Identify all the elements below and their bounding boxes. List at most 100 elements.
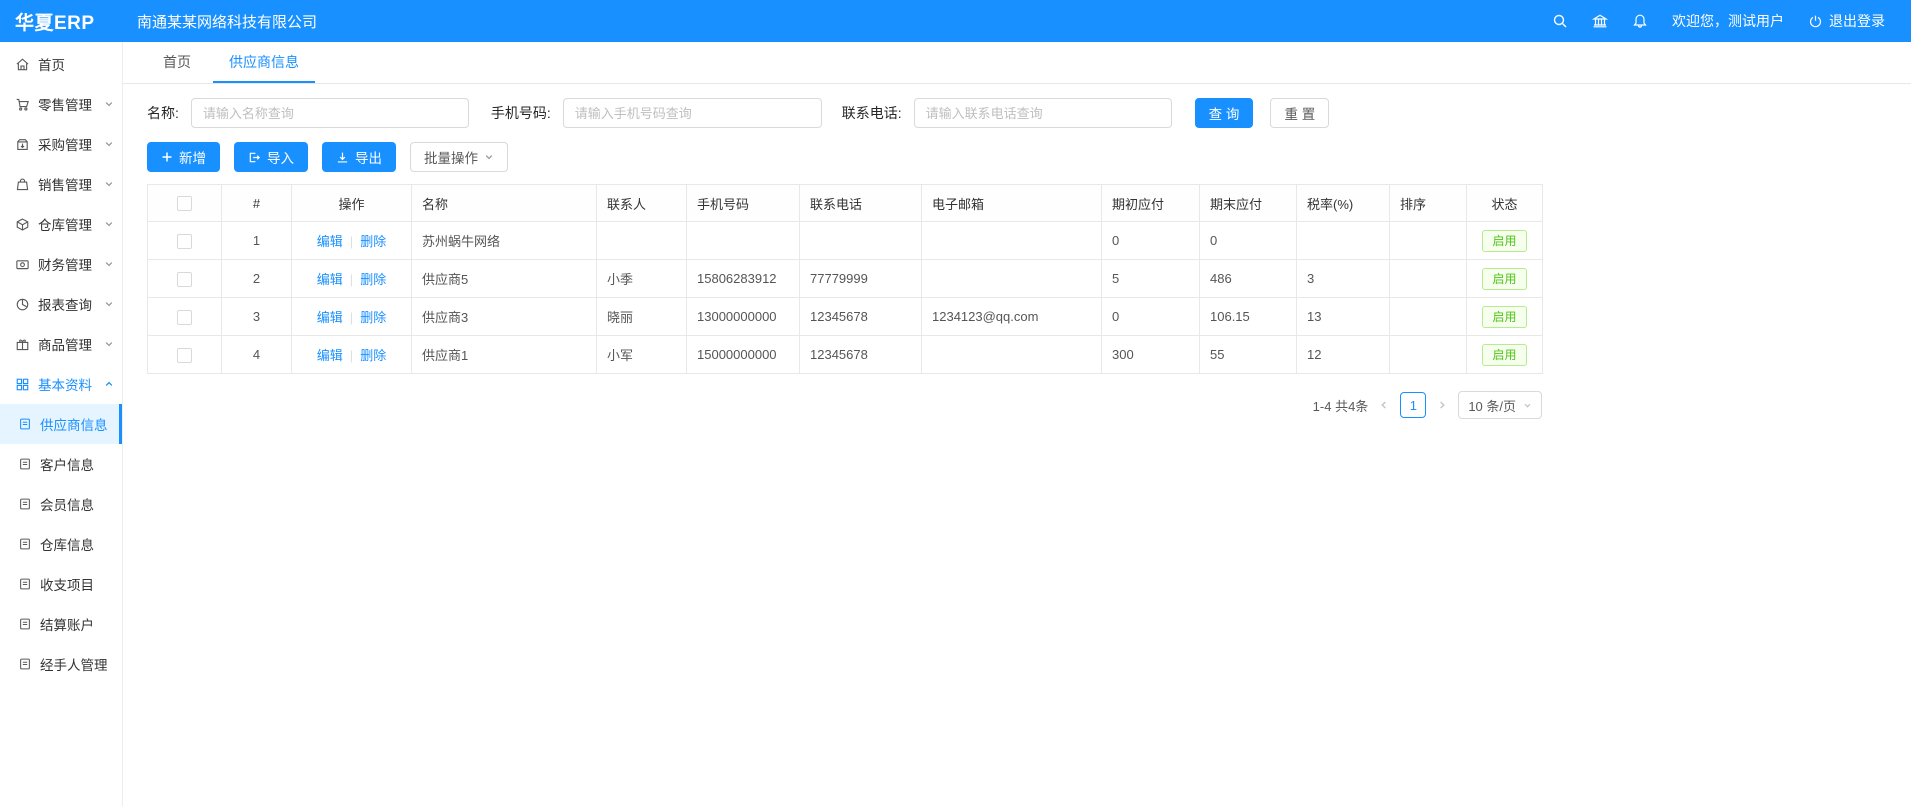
- sidebar-item-basic[interactable]: 基本资料: [0, 364, 122, 404]
- column-header: 状态: [1467, 185, 1543, 222]
- row-index-cell: 4: [222, 336, 292, 374]
- phone-filter-input[interactable]: [563, 98, 822, 128]
- page-number-button[interactable]: 1: [1400, 392, 1426, 418]
- status-badge[interactable]: 启用: [1482, 268, 1526, 290]
- sidebar-item-label: 财务管理: [38, 254, 92, 274]
- row-tel-cell: 12345678: [800, 298, 922, 336]
- row-sort-cell: [1390, 336, 1467, 374]
- batch-actions-button[interactable]: 批量操作: [410, 142, 508, 172]
- prev-page-button[interactable]: [1377, 400, 1391, 410]
- sales-icon: [15, 177, 30, 192]
- edit-link[interactable]: 编辑: [317, 348, 343, 363]
- row-email-cell: [922, 336, 1102, 374]
- sidebar-item-label: 仓库管理: [38, 214, 92, 234]
- chevron-down-icon: [104, 339, 114, 349]
- chevron-up-icon: [104, 379, 114, 389]
- sidebar-subitem-member[interactable]: 会员信息: [0, 484, 122, 524]
- select-all-checkbox[interactable]: [177, 196, 192, 211]
- sidebar-subitem-settlement-account[interactable]: 结算账户: [0, 604, 122, 644]
- tab-supplier-info[interactable]: 供应商信息: [213, 42, 315, 83]
- document-icon: [18, 537, 32, 551]
- sidebar-subitem-label: 供应商信息: [40, 414, 108, 434]
- row-end-cell: 486: [1200, 260, 1297, 298]
- table-wrap: #操作名称联系人手机号码联系电话电子邮箱期初应付期末应付税率(%)排序状态1编辑…: [147, 184, 1887, 374]
- header-right: 欢迎您，测试用户 退出登录: [1552, 11, 1911, 31]
- search-button[interactable]: 查 询: [1195, 98, 1254, 128]
- row-checkbox-cell: [148, 298, 222, 336]
- goods-icon: [15, 337, 30, 352]
- pagination-total: 1-4 共4条: [1313, 396, 1369, 415]
- import-button[interactable]: 导入: [234, 142, 308, 172]
- add-button-label: 新增: [179, 147, 206, 167]
- row-checkbox[interactable]: [177, 234, 192, 249]
- table-row: 2编辑|删除供应商5小季158062839127777999954863启用: [148, 260, 1543, 298]
- next-page-button[interactable]: [1435, 400, 1449, 410]
- add-button[interactable]: 新增: [147, 142, 220, 172]
- delete-link[interactable]: 删除: [360, 234, 386, 249]
- row-sort-cell: [1390, 298, 1467, 336]
- row-checkbox[interactable]: [177, 310, 192, 325]
- document-icon: [18, 497, 32, 511]
- status-badge[interactable]: 启用: [1482, 344, 1526, 366]
- sidebar-item-home[interactable]: 首页: [0, 44, 122, 84]
- table-header-row: #操作名称联系人手机号码联系电话电子邮箱期初应付期末应付税率(%)排序状态: [148, 185, 1543, 222]
- row-tel-cell: 12345678: [800, 336, 922, 374]
- row-tax-cell: [1297, 222, 1390, 260]
- sidebar-item-goods[interactable]: 商品管理: [0, 324, 122, 364]
- sidebar-subitem-income-expense[interactable]: 收支项目: [0, 564, 122, 604]
- export-button[interactable]: 导出: [322, 142, 396, 172]
- sidebar-item-label: 销售管理: [38, 174, 92, 194]
- row-end-cell: 0: [1200, 222, 1297, 260]
- search-icon[interactable]: [1552, 13, 1568, 29]
- delete-link[interactable]: 删除: [360, 310, 386, 325]
- sidebar-item-purchase[interactable]: 采购管理: [0, 124, 122, 164]
- tel-filter-input[interactable]: [914, 98, 1172, 128]
- tab-home[interactable]: 首页: [147, 42, 207, 83]
- sidebar: 首页零售管理采购管理销售管理仓库管理财务管理报表查询商品管理基本资料供应商信息客…: [0, 42, 123, 806]
- row-checkbox[interactable]: [177, 348, 192, 363]
- platform-icon[interactable]: [1592, 13, 1608, 29]
- column-header: 电子邮箱: [922, 185, 1102, 222]
- row-status-cell: 启用: [1467, 298, 1543, 336]
- page-size-value: 10 条/页: [1468, 396, 1516, 415]
- sidebar-item-warehouse[interactable]: 仓库管理: [0, 204, 122, 244]
- sidebar-subitem-supplier[interactable]: 供应商信息: [0, 404, 122, 444]
- sidebar-subitem-handler[interactable]: 经手人管理: [0, 644, 122, 684]
- status-badge[interactable]: 启用: [1482, 306, 1526, 328]
- row-contact-cell: [597, 222, 687, 260]
- page-size-select[interactable]: 10 条/页: [1458, 391, 1542, 419]
- sidebar-item-finance[interactable]: 财务管理: [0, 244, 122, 284]
- row-checkbox-cell: [148, 222, 222, 260]
- chevron-down-icon: [104, 299, 114, 309]
- row-index-cell: 2: [222, 260, 292, 298]
- row-end-cell: 55: [1200, 336, 1297, 374]
- sidebar-item-report[interactable]: 报表查询: [0, 284, 122, 324]
- column-header: 手机号码: [687, 185, 800, 222]
- sidebar-item-sales[interactable]: 销售管理: [0, 164, 122, 204]
- home-icon: [15, 57, 30, 72]
- header-checkbox-cell: [148, 185, 222, 222]
- sidebar-item-retail[interactable]: 零售管理: [0, 84, 122, 124]
- delete-link[interactable]: 删除: [360, 272, 386, 287]
- delete-link[interactable]: 删除: [360, 348, 386, 363]
- sidebar-subitem-warehouse-info[interactable]: 仓库信息: [0, 524, 122, 564]
- row-checkbox[interactable]: [177, 272, 192, 287]
- status-badge[interactable]: 启用: [1482, 230, 1526, 252]
- sidebar-subitem-customer[interactable]: 客户信息: [0, 444, 122, 484]
- tel-filter-label: 联系电话:: [842, 103, 902, 123]
- sidebar-subitem-label: 客户信息: [40, 454, 94, 474]
- edit-link[interactable]: 编辑: [317, 234, 343, 249]
- export-icon: [336, 151, 349, 164]
- column-header: 期末应付: [1200, 185, 1297, 222]
- bell-icon[interactable]: [1632, 13, 1648, 29]
- name-filter-input[interactable]: [191, 98, 469, 128]
- export-button-label: 导出: [355, 147, 382, 167]
- app-logo[interactable]: 华夏ERP: [0, 8, 123, 35]
- edit-link[interactable]: 编辑: [317, 272, 343, 287]
- chevron-down-icon: [104, 179, 114, 189]
- row-actions-cell: 编辑|删除: [292, 260, 412, 298]
- reset-button[interactable]: 重 置: [1270, 98, 1329, 128]
- edit-link[interactable]: 编辑: [317, 310, 343, 325]
- action-divider: |: [350, 234, 353, 249]
- logout-button[interactable]: 退出登录: [1808, 11, 1885, 31]
